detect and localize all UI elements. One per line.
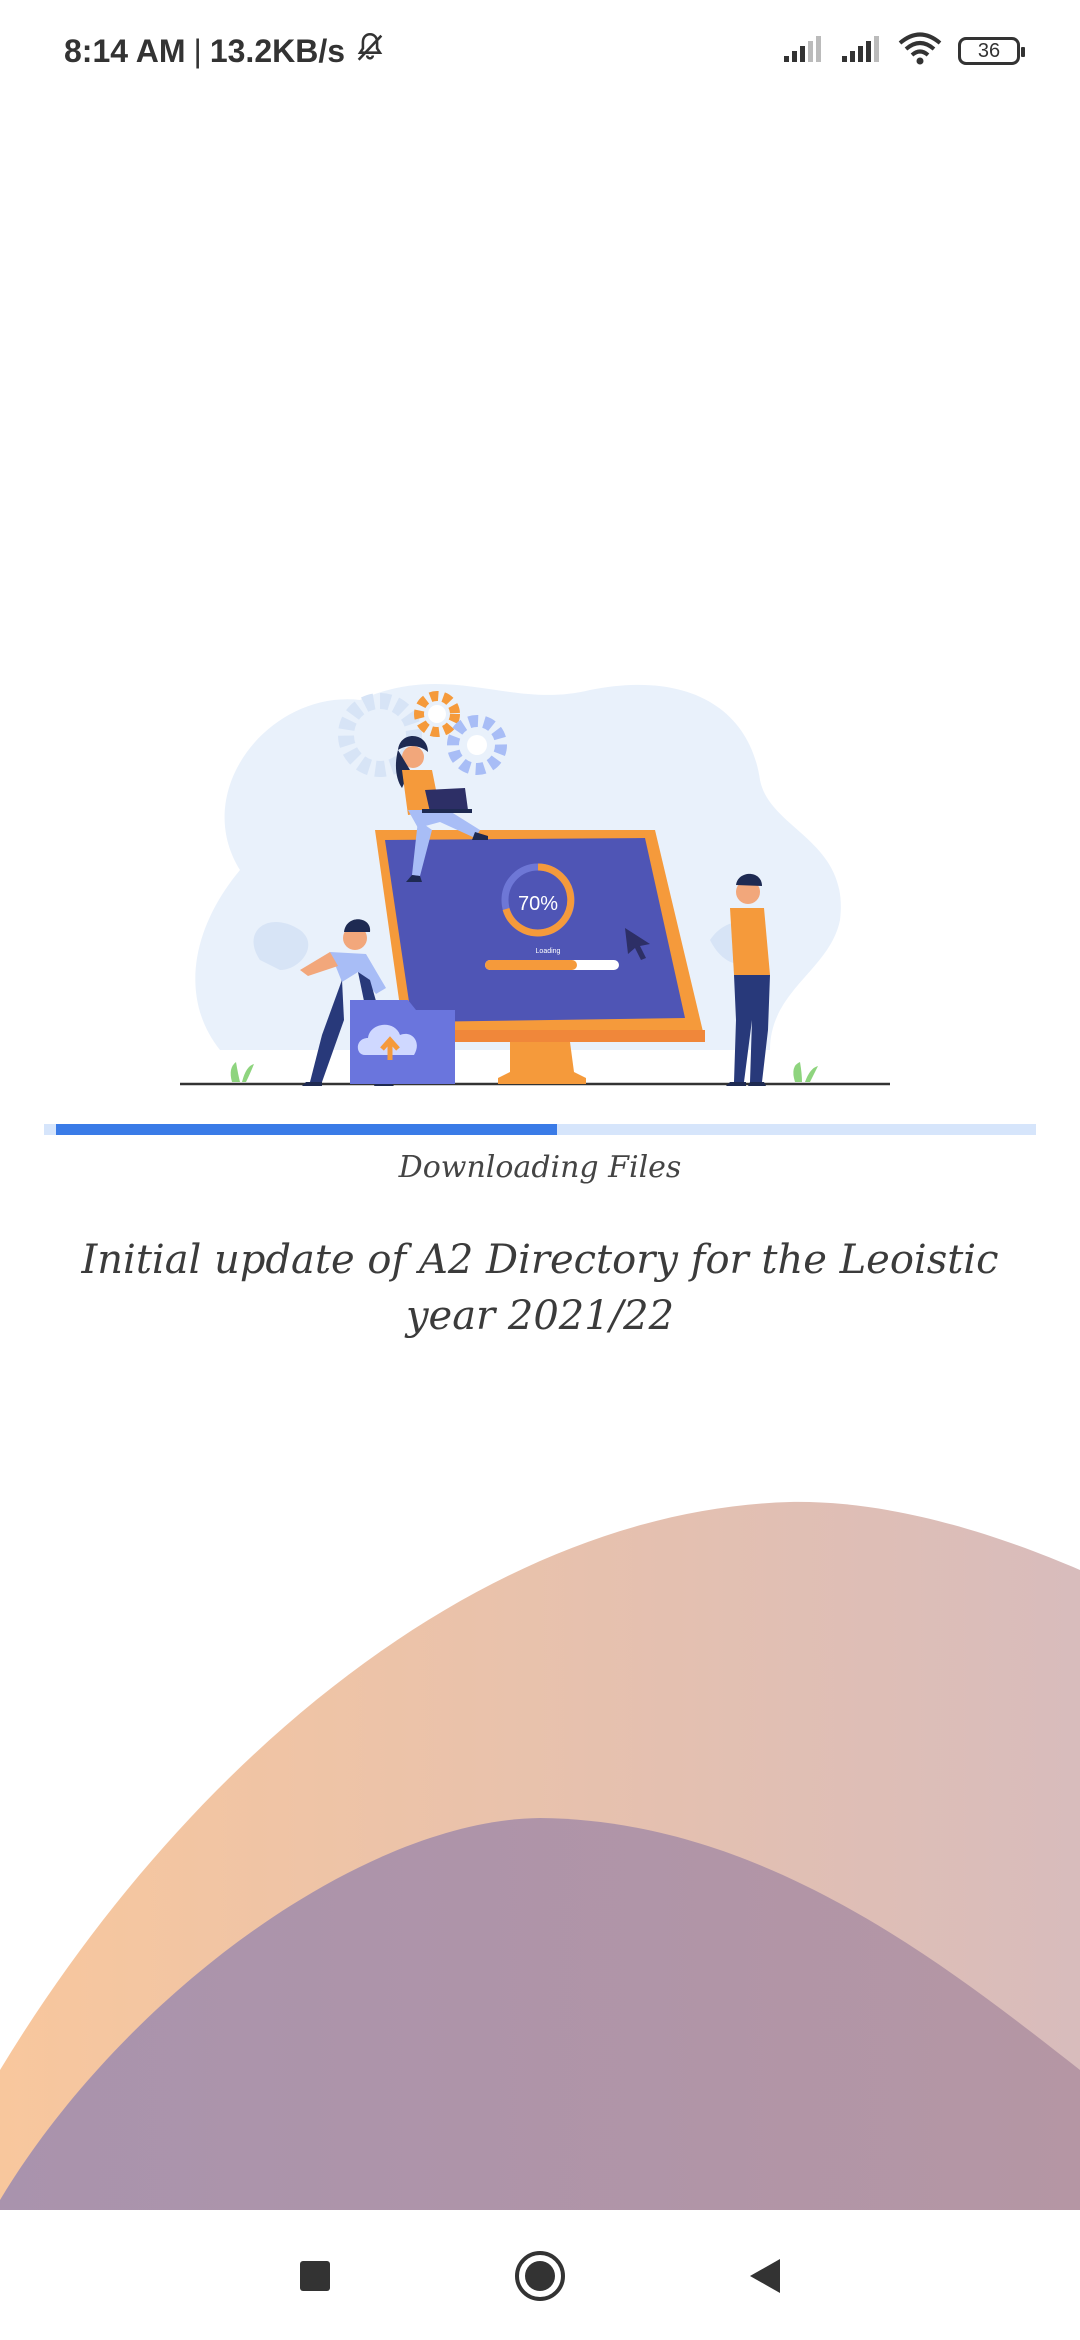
status-bar: 8:14 AM | 13.2KB/s 36 xyxy=(0,0,1080,100)
battery-icon: 36 xyxy=(958,37,1025,65)
screen-progress-label: 70% xyxy=(518,893,558,915)
folder-upload-icon xyxy=(350,1000,455,1084)
status-separator: | xyxy=(193,32,202,69)
download-progress-fill xyxy=(56,1124,557,1135)
status-time: 8:14 AM xyxy=(64,32,186,69)
signal-icon xyxy=(782,34,824,68)
download-status: Downloading Files xyxy=(398,1150,682,1185)
download-progress-bar xyxy=(44,1124,1036,1135)
status-left: 8:14 AM | 13.2KB/s xyxy=(64,28,387,74)
wifi-icon xyxy=(898,32,942,70)
update-message: Initial update of A2 Directory for the L… xyxy=(81,1237,999,1339)
signal-icon xyxy=(840,34,882,68)
bell-off-icon xyxy=(353,30,387,72)
navigation-bar xyxy=(0,2210,1080,2340)
home-icon[interactable] xyxy=(510,2246,570,2306)
download-illustration: 70% Loading xyxy=(180,683,890,1086)
back-icon[interactable] xyxy=(735,2246,795,2306)
decorative-waves xyxy=(0,1501,1080,2210)
screen-loading-label: Loading xyxy=(536,948,561,955)
network-speed: 13.2KB/s xyxy=(209,32,346,69)
recent-apps-icon[interactable] xyxy=(285,2246,345,2306)
battery-level: 36 xyxy=(977,39,1001,62)
status-right: 36 xyxy=(782,28,1025,74)
